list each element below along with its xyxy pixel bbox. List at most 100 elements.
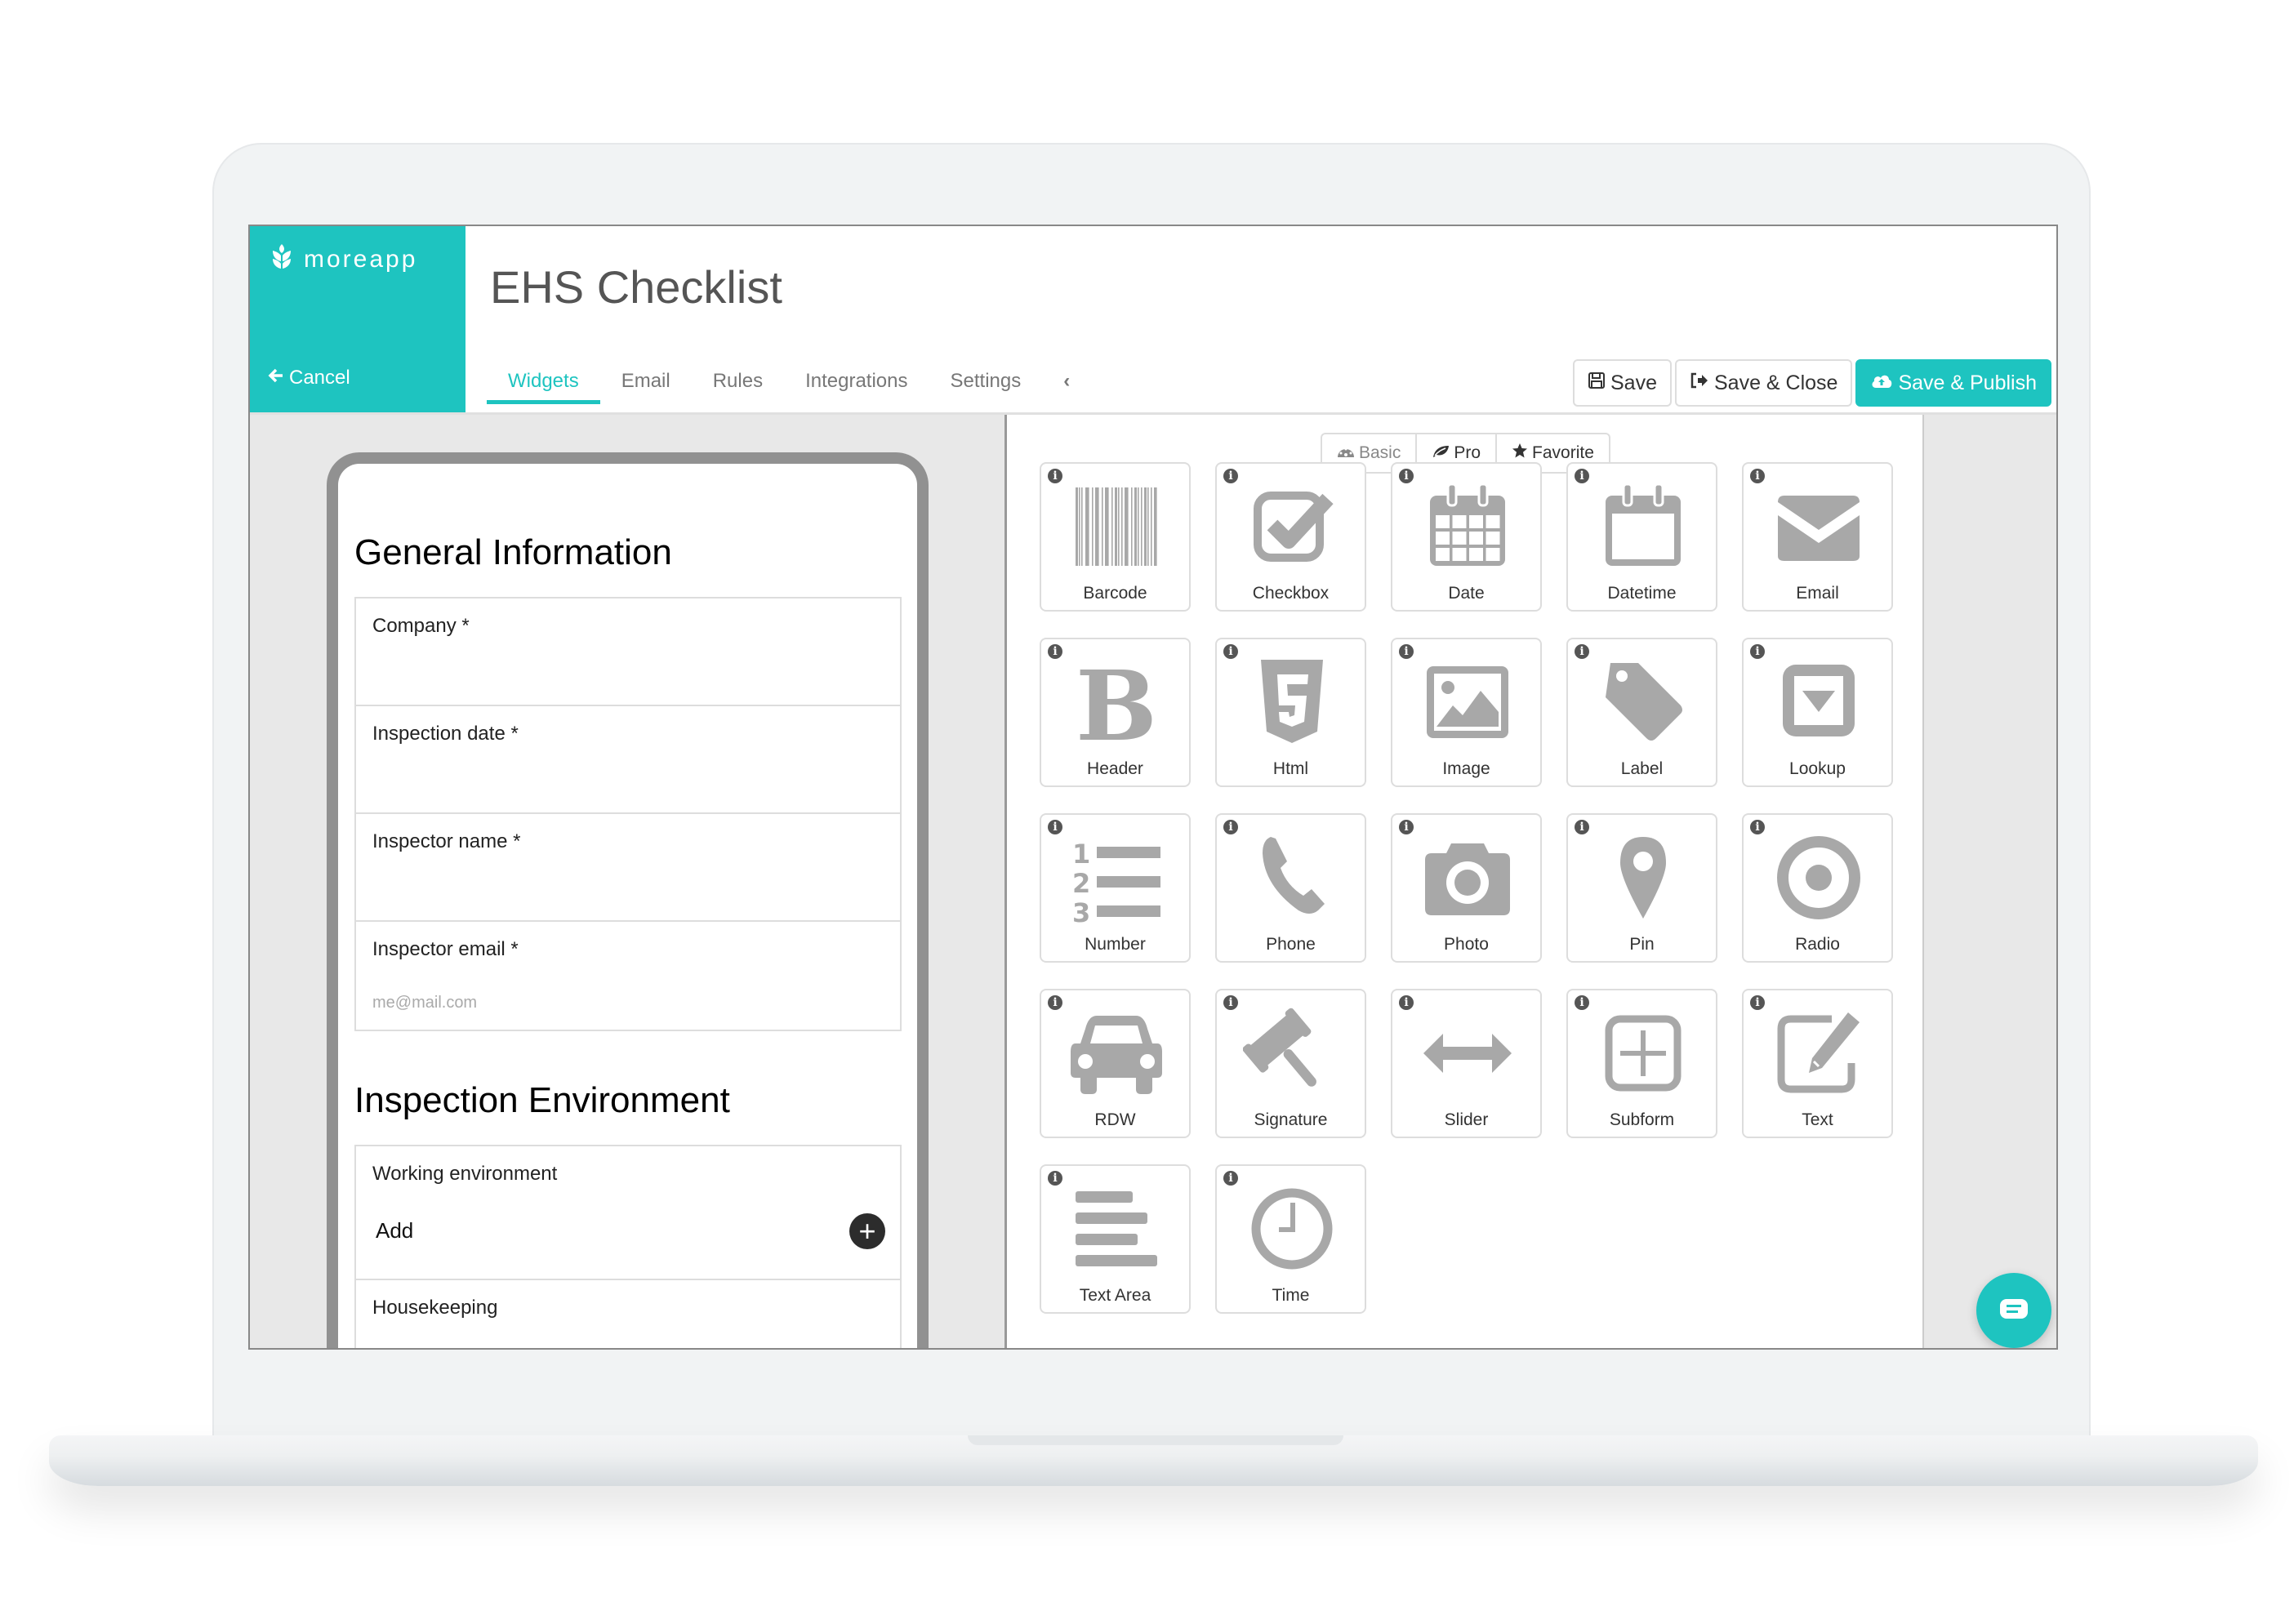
- form-field[interactable]: Housekeeping +: [356, 1280, 900, 1350]
- widget-tile-image[interactable]: i Image: [1391, 638, 1542, 787]
- tab-integrations[interactable]: Integrations: [784, 370, 929, 404]
- widget-tile-email[interactable]: i Email: [1742, 462, 1893, 612]
- widget-tile-text-area[interactable]: i Text Area: [1040, 1164, 1191, 1314]
- widget-tile-slider[interactable]: i Slider: [1391, 989, 1542, 1138]
- save-publish-button[interactable]: Save & Publish: [1855, 359, 2051, 407]
- form-field[interactable]: Company *: [356, 598, 900, 706]
- filter-label: Pro: [1454, 443, 1481, 462]
- widget-label: Text Area: [1079, 1286, 1151, 1305]
- field-label: Inspector email *: [372, 938, 519, 960]
- top-bar: moreapp Cancel EHS Checklist Widgets Ema…: [250, 226, 2056, 415]
- widget-label: Datetime: [1607, 584, 1677, 603]
- form-field[interactable]: Inspector email * me@mail.com: [356, 922, 900, 1030]
- section-title: General Information: [354, 532, 672, 572]
- section-title: Inspection Environment: [354, 1080, 730, 1120]
- widget-label: RDW: [1094, 1110, 1136, 1129]
- widget-label: Time: [1272, 1286, 1310, 1305]
- brand-name: moreapp: [304, 246, 418, 273]
- tab-bar: Widgets Email Rules Integrations Setting…: [487, 370, 1091, 404]
- form-field[interactable]: Inspector name *: [356, 814, 900, 922]
- field-label: Inspector name *: [372, 830, 521, 852]
- cancel-button[interactable]: Cancel: [268, 367, 350, 389]
- svg-text:2: 2: [1072, 868, 1090, 899]
- widget-tile-checkbox[interactable]: i Checkbox: [1215, 462, 1366, 612]
- add-item-button[interactable]: +: [849, 1349, 885, 1350]
- save-close-button[interactable]: Save & Close: [1674, 359, 1853, 407]
- tab-settings[interactable]: Settings: [929, 370, 1043, 404]
- action-buttons: Save Save & Close Save & Publish: [1573, 359, 2051, 407]
- map-pin-icon: [1586, 826, 1700, 929]
- widget-tile-phone[interactable]: i Phone: [1215, 813, 1366, 963]
- widget-tile-signature[interactable]: i Signature: [1215, 989, 1366, 1138]
- widget-tile-radio[interactable]: i Radio: [1742, 813, 1893, 963]
- save-button[interactable]: Save: [1573, 359, 1672, 407]
- widget-label: Number: [1085, 935, 1146, 954]
- calendar-icon: [1410, 475, 1525, 578]
- edit-icon: [1762, 1002, 1876, 1105]
- dashboard-icon: [1337, 443, 1355, 463]
- field-placeholder: me@mail.com: [372, 994, 478, 1012]
- cancel-label: Cancel: [289, 367, 350, 389]
- html5-icon: [1235, 651, 1349, 754]
- form-field[interactable]: Working environment Add +: [356, 1146, 900, 1280]
- widget-tile-html[interactable]: i Html: [1215, 638, 1366, 787]
- save-close-label: Save & Close: [1713, 371, 1838, 394]
- phone-preview: General Information Company * Inspection…: [327, 452, 929, 1350]
- tab-email[interactable]: Email: [600, 370, 692, 404]
- field-group: Working environment Add + Housekeeping +: [354, 1145, 902, 1350]
- barcode-icon: [1059, 475, 1174, 578]
- arrow-left-icon: [268, 367, 284, 389]
- phone-icon: [1235, 826, 1349, 929]
- plus-icon: +: [858, 1214, 876, 1248]
- gavel-icon: [1235, 1002, 1349, 1105]
- widget-tile-subform[interactable]: i Subform: [1566, 989, 1717, 1138]
- checkbox-icon: [1235, 475, 1349, 578]
- widget-label: Header: [1087, 759, 1143, 778]
- svg-text:B: B: [1076, 653, 1157, 751]
- widget-tile-pin[interactable]: i Pin: [1566, 813, 1717, 963]
- laptop-notch: [968, 1435, 1343, 1445]
- form-preview-pane: General Information Company * Inspection…: [250, 415, 1003, 1350]
- widget-tile-text[interactable]: i Text: [1742, 989, 1893, 1138]
- widget-label: Lookup: [1789, 759, 1846, 778]
- add-label: Add: [376, 1218, 414, 1243]
- field-label: Inspection date *: [372, 723, 519, 745]
- widget-label: Barcode: [1083, 584, 1147, 603]
- widget-tile-header[interactable]: i B Header: [1040, 638, 1191, 787]
- widget-label: Pin: [1629, 935, 1655, 954]
- chat-bubble-icon: [1998, 1297, 2029, 1325]
- image-icon: [1410, 651, 1525, 754]
- bold-b-icon: B: [1059, 651, 1174, 754]
- cloud-upload-icon: [1870, 372, 1893, 395]
- field-label: Company *: [372, 615, 470, 637]
- plus-square-icon: [1586, 1002, 1700, 1105]
- clock-icon: [1235, 1177, 1349, 1280]
- logo: moreapp: [269, 242, 417, 277]
- widget-palette: Basic Pro Favorite i Barcode i Checkbox i Dat…: [1004, 415, 1925, 1348]
- widget-label: Html: [1272, 759, 1309, 778]
- add-item-button[interactable]: +: [849, 1213, 885, 1249]
- tab-rules[interactable]: Rules: [692, 370, 784, 404]
- widget-tile-barcode[interactable]: i Barcode: [1040, 462, 1191, 612]
- widget-label: Checkbox: [1252, 584, 1330, 603]
- arrows-horizontal-icon: [1410, 1002, 1525, 1105]
- widget-tile-date[interactable]: i Date: [1391, 462, 1542, 612]
- chat-button[interactable]: [1976, 1273, 2051, 1348]
- form-field[interactable]: Inspection date *: [356, 706, 900, 814]
- widget-label: Email: [1796, 584, 1839, 603]
- widget-tile-photo[interactable]: i Photo: [1391, 813, 1542, 963]
- widget-tile-lookup[interactable]: i Lookup: [1742, 638, 1893, 787]
- widget-label: Date: [1448, 584, 1485, 603]
- widget-tile-number[interactable]: i 1 2 3 Number: [1040, 813, 1191, 963]
- widget-tile-time[interactable]: i Time: [1215, 1164, 1366, 1314]
- sign-out-icon: [1690, 372, 1709, 395]
- tab-widgets[interactable]: Widgets: [487, 370, 600, 404]
- widget-tile-datetime[interactable]: i Datetime: [1566, 462, 1717, 612]
- car-icon: [1059, 1002, 1174, 1105]
- widget-tile-label[interactable]: i Label: [1566, 638, 1717, 787]
- widget-label: Radio: [1795, 935, 1840, 954]
- svg-text:3: 3: [1072, 897, 1090, 927]
- chevron-left-icon[interactable]: ‹: [1042, 370, 1091, 404]
- widget-label: Image: [1442, 759, 1490, 778]
- widget-tile-rdw[interactable]: i RDW: [1040, 989, 1191, 1138]
